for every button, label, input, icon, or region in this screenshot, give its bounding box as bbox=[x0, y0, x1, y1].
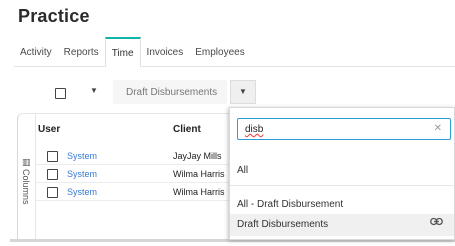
dropdown-search-value: disb bbox=[245, 124, 264, 135]
dropdown-search-input[interactable]: disb ✕ bbox=[237, 118, 451, 140]
row-user[interactable]: System bbox=[67, 169, 97, 179]
dropdown-option-label: Draft Disbursements bbox=[237, 219, 329, 230]
tab-activity[interactable]: Activity bbox=[14, 37, 58, 66]
row-client: Wilma Harris bbox=[173, 169, 225, 179]
tab-time[interactable]: Time bbox=[104, 37, 141, 67]
view-dropdown-chevron-icon[interactable]: ▼ bbox=[230, 80, 256, 104]
row-checkbox[interactable] bbox=[47, 187, 58, 198]
view-select[interactable]: Draft Disbursements bbox=[113, 80, 227, 104]
view-dropdown-menu: disb ✕ All All - Draft Disbursement Draf… bbox=[229, 107, 455, 240]
grid-toolbar: ▼ Draft Disbursements ▼ bbox=[0, 80, 455, 104]
select-menu-chevron-icon[interactable]: ▼ bbox=[90, 86, 98, 95]
row-checkbox[interactable] bbox=[47, 169, 58, 180]
row-user[interactable]: System bbox=[67, 151, 97, 161]
tab-reports[interactable]: Reports bbox=[58, 37, 105, 66]
dropdown-option-all-draft-disbursement[interactable]: All - Draft Disbursement bbox=[230, 194, 454, 214]
dropdown-option-all[interactable]: All bbox=[230, 160, 454, 180]
dropdown-option-draft-disbursements[interactable]: Draft Disbursements bbox=[230, 214, 454, 236]
close-icon[interactable]: ✕ bbox=[434, 123, 442, 134]
columns-icon: ▥ bbox=[22, 157, 31, 167]
tab-bar: Activity Reports Time Invoices Employees bbox=[14, 37, 455, 67]
row-user[interactable]: System bbox=[67, 187, 97, 197]
table-row[interactable]: System Wilma Harris bbox=[36, 165, 236, 183]
tab-invoices[interactable]: Invoices bbox=[141, 37, 190, 66]
row-client: Wilma Harris bbox=[173, 187, 225, 197]
row-client: JayJay Mills bbox=[173, 151, 222, 161]
column-header-client[interactable]: Client bbox=[173, 124, 201, 135]
columns-label: Columns bbox=[21, 169, 31, 205]
page-title: Practice bbox=[18, 6, 90, 26]
dropdown-divider bbox=[230, 185, 454, 186]
column-header-user[interactable]: User bbox=[38, 124, 60, 135]
row-checkbox[interactable] bbox=[47, 151, 58, 162]
tab-employees[interactable]: Employees bbox=[189, 37, 250, 66]
columns-panel-toggle[interactable]: ▥ Columns bbox=[18, 114, 36, 240]
table-row[interactable]: System Wilma Harris bbox=[36, 183, 236, 201]
table-row[interactable]: System JayJay Mills bbox=[36, 147, 236, 165]
link-icon[interactable] bbox=[430, 217, 443, 226]
select-all-checkbox[interactable] bbox=[55, 88, 66, 99]
